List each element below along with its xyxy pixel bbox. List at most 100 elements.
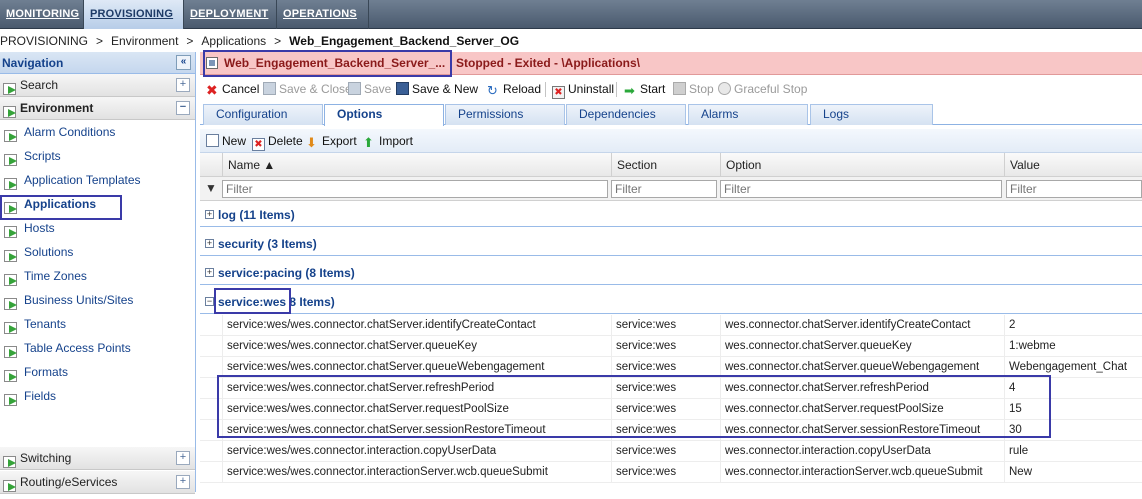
collapse-icon[interactable]: « bbox=[176, 55, 191, 70]
cell-name[interactable]: service:wes/wes.connector.interactionSer… bbox=[222, 462, 611, 483]
group-security[interactable]: + security (3 Items) bbox=[200, 232, 1142, 256]
reload-button[interactable]: ↻ Reload bbox=[487, 80, 541, 98]
cell-value[interactable]: New bbox=[1004, 462, 1142, 483]
cell-value[interactable]: Webengagement_Chat bbox=[1004, 357, 1142, 378]
uninstall-button[interactable]: ✖ Uninstall bbox=[552, 80, 614, 99]
tab-dependencies[interactable]: Dependencies bbox=[566, 104, 686, 125]
cell-option[interactable]: wes.connector.interaction.copyUserData bbox=[720, 441, 1004, 462]
nav-item-alarm-conditions[interactable]: Alarm Conditions bbox=[0, 120, 195, 144]
nav-item-table-access-points[interactable]: Table Access Points bbox=[0, 336, 195, 360]
cell-value[interactable]: 2 bbox=[1004, 315, 1142, 336]
expand-icon[interactable]: + bbox=[205, 239, 214, 248]
cell-section[interactable]: service:wes bbox=[611, 420, 717, 441]
delete-button[interactable]: ✖ Delete bbox=[252, 132, 303, 151]
graceful-stop-button[interactable]: Graceful Stop bbox=[718, 80, 807, 98]
value-filter-input[interactable] bbox=[1006, 180, 1142, 198]
name-filter-input[interactable] bbox=[222, 180, 608, 198]
expand-icon[interactable]: + bbox=[176, 78, 190, 92]
save-close-button[interactable]: Save & Close bbox=[263, 80, 352, 98]
cell-name[interactable]: service:wes/wes.connector.chatServer.ref… bbox=[222, 378, 611, 399]
cell-section[interactable]: service:wes bbox=[611, 378, 717, 399]
collapse-group-icon[interactable]: − bbox=[205, 297, 214, 306]
cell-name[interactable]: service:wes/wes.connector.chatServer.ses… bbox=[222, 420, 611, 441]
table-row[interactable]: service:wes/wes.connector.chatServer.que… bbox=[200, 357, 1142, 378]
nav-item-fields[interactable]: Fields bbox=[0, 384, 195, 408]
cell-option[interactable]: wes.connector.chatServer.requestPoolSize bbox=[720, 399, 1004, 420]
expand-icon[interactable]: + bbox=[205, 210, 214, 219]
collapse-section-icon[interactable]: − bbox=[176, 101, 190, 115]
group-log[interactable]: + log (11 Items) bbox=[200, 203, 1142, 227]
cell-section[interactable]: service:wes bbox=[611, 315, 717, 336]
table-row[interactable]: service:wes/wes.connector.interaction.co… bbox=[200, 441, 1142, 462]
nav-item-scripts[interactable]: Scripts bbox=[0, 144, 195, 168]
cell-option[interactable]: wes.connector.chatServer.sessionRestoreT… bbox=[720, 420, 1004, 441]
tab-alarms[interactable]: Alarms bbox=[688, 104, 808, 125]
cell-name[interactable]: service:wes/wes.connector.interaction.co… bbox=[222, 441, 611, 462]
table-row[interactable]: service:wes/wes.connector.chatServer.ide… bbox=[200, 315, 1142, 336]
cell-section[interactable]: service:wes bbox=[611, 357, 717, 378]
start-button[interactable]: ➡ Start bbox=[624, 80, 665, 98]
cell-option[interactable]: wes.connector.interactionServer.wcb.queu… bbox=[720, 462, 1004, 483]
cell-name[interactable]: service:wes/wes.connector.chatServer.que… bbox=[222, 357, 611, 378]
cell-section[interactable]: service:wes bbox=[611, 441, 717, 462]
cell-value[interactable]: 15 bbox=[1004, 399, 1142, 420]
cell-value[interactable]: 4 bbox=[1004, 378, 1142, 399]
expand-icon[interactable]: + bbox=[176, 451, 190, 465]
table-row[interactable]: service:wes/wes.connector.chatServer.ses… bbox=[200, 420, 1142, 441]
table-row[interactable]: service:wes/wes.connector.chatServer.req… bbox=[200, 399, 1142, 420]
cell-option[interactable]: wes.connector.chatServer.queueKey bbox=[720, 336, 1004, 357]
nav-section-environment[interactable]: Environment − bbox=[0, 97, 195, 120]
breadcrumb-item[interactable]: PROVISIONING bbox=[0, 34, 88, 48]
group-service-wes[interactable]: − service:wes 8 Items) bbox=[200, 290, 1142, 314]
cell-name[interactable]: service:wes/wes.connector.chatServer.req… bbox=[222, 399, 611, 420]
cell-section[interactable]: service:wes bbox=[611, 336, 717, 357]
tab-options[interactable]: Options bbox=[324, 104, 444, 126]
cell-option[interactable]: wes.connector.chatServer.identifyCreateC… bbox=[720, 315, 1004, 336]
nav-item-time-zones[interactable]: Time Zones bbox=[0, 264, 195, 288]
nav-item-formats[interactable]: Formats bbox=[0, 360, 195, 384]
column-header-section[interactable]: Section bbox=[611, 153, 717, 177]
menu-operations[interactable]: OPERATIONS bbox=[277, 0, 369, 29]
tab-permissions[interactable]: Permissions bbox=[445, 104, 565, 125]
cell-section[interactable]: service:wes bbox=[611, 399, 717, 420]
column-header-name[interactable]: Name ▲ bbox=[222, 153, 611, 177]
stop-button[interactable]: Stop bbox=[673, 80, 714, 98]
menu-monitoring[interactable]: MONITORING bbox=[0, 0, 84, 29]
cancel-button[interactable]: ✖ Cancel bbox=[206, 80, 259, 98]
cell-value[interactable]: 30 bbox=[1004, 420, 1142, 441]
table-row[interactable]: service:wes/wes.connector.chatServer.que… bbox=[200, 336, 1142, 357]
tab-configuration[interactable]: Configuration bbox=[203, 104, 323, 125]
save-new-button[interactable]: Save & New bbox=[396, 80, 478, 98]
table-row[interactable]: service:wes/wes.connector.interactionSer… bbox=[200, 462, 1142, 483]
nav-section-switching[interactable]: Switching + bbox=[0, 447, 195, 470]
cell-option[interactable]: wes.connector.chatServer.refreshPeriod bbox=[720, 378, 1004, 399]
nav-item-tenants[interactable]: Tenants bbox=[0, 312, 195, 336]
cell-value[interactable]: 1:webme bbox=[1004, 336, 1142, 357]
menu-provisioning[interactable]: PROVISIONING bbox=[84, 0, 184, 29]
nav-item-solutions[interactable]: Solutions bbox=[0, 240, 195, 264]
option-filter-input[interactable] bbox=[720, 180, 1002, 198]
save-button[interactable]: Save bbox=[348, 80, 391, 98]
cell-section[interactable]: service:wes bbox=[611, 462, 717, 483]
new-button[interactable]: New bbox=[206, 132, 246, 150]
expand-icon[interactable]: + bbox=[176, 475, 190, 489]
cell-value[interactable]: rule bbox=[1004, 441, 1142, 462]
breadcrumb-item[interactable]: Applications bbox=[201, 34, 266, 48]
nav-item-applications[interactable]: Applications bbox=[0, 192, 195, 216]
group-service-pacing[interactable]: + service:pacing (8 Items) bbox=[200, 261, 1142, 285]
cell-name[interactable]: service:wes/wes.connector.chatServer.que… bbox=[222, 336, 611, 357]
cell-option[interactable]: wes.connector.chatServer.queueWebengagem… bbox=[720, 357, 1004, 378]
expand-icon[interactable]: + bbox=[205, 268, 214, 277]
menu-deployment[interactable]: DEPLOYMENT bbox=[184, 0, 277, 29]
table-row[interactable]: service:wes/wes.connector.chatServer.ref… bbox=[200, 378, 1142, 399]
column-header-option[interactable]: Option bbox=[720, 153, 1004, 177]
tab-logs[interactable]: Logs bbox=[810, 104, 933, 125]
nav-section-search[interactable]: Search + bbox=[0, 74, 195, 97]
nav-section-routing[interactable]: Routing/eServices + bbox=[0, 471, 195, 494]
column-header-value[interactable]: Value bbox=[1004, 153, 1142, 177]
import-button[interactable]: ⬆ Import bbox=[363, 132, 413, 150]
nav-item-business-units[interactable]: Business Units/Sites bbox=[0, 288, 195, 312]
breadcrumb-item[interactable]: Environment bbox=[111, 34, 178, 48]
cell-name[interactable]: service:wes/wes.connector.chatServer.ide… bbox=[222, 315, 611, 336]
export-button[interactable]: ⬇ Export bbox=[306, 132, 357, 150]
